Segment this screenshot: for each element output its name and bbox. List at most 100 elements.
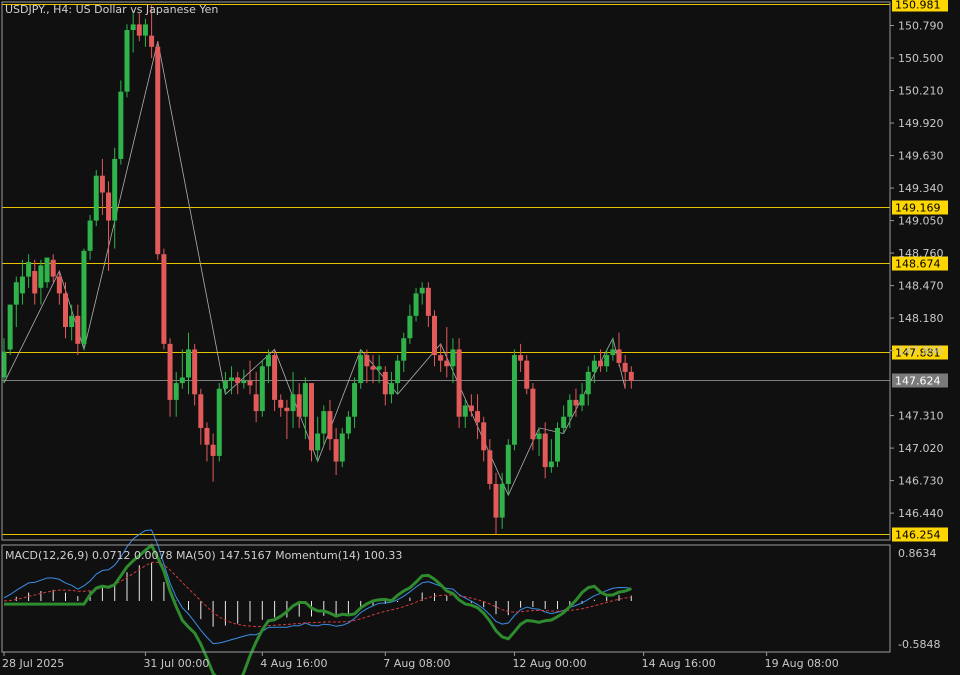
candle-body xyxy=(130,24,136,31)
candle-body xyxy=(327,411,333,440)
time-tick-label: 12 Aug 00:00 xyxy=(512,657,586,670)
candle-body xyxy=(75,315,81,344)
signal-line xyxy=(3,561,632,628)
candle-body xyxy=(173,383,179,400)
candle xyxy=(259,360,265,417)
candle-body xyxy=(456,349,462,417)
time-axis: 28 Jul 2025 31 Jul 00:00 4 Aug 16:00 7 Aug … xyxy=(2,652,839,670)
price-tick-label: 147.310 xyxy=(898,410,944,423)
candle-body xyxy=(99,175,105,193)
macd-axis-bottom-label: -0.5848 xyxy=(898,638,940,651)
price-tick-label: 147.020 xyxy=(898,442,944,455)
candle-body xyxy=(370,366,376,370)
candle xyxy=(376,355,382,384)
candle xyxy=(179,349,185,389)
candle-body xyxy=(38,265,44,288)
candle-body xyxy=(345,416,351,434)
candle-body xyxy=(186,349,191,378)
candle xyxy=(321,405,327,445)
candle-body xyxy=(555,427,560,462)
candle-body xyxy=(167,343,173,400)
candle-body xyxy=(112,158,118,221)
price-tick-label: 149.920 xyxy=(898,117,944,130)
candle xyxy=(462,399,468,428)
candle xyxy=(210,433,216,482)
chart-title: USDJPY., H4: US Dollar vs Japanese Yen xyxy=(5,3,219,16)
candle xyxy=(309,383,314,462)
candle-body xyxy=(118,91,124,159)
candle-body xyxy=(204,427,210,445)
candle xyxy=(142,18,148,47)
candle xyxy=(339,427,345,468)
candle xyxy=(106,181,112,271)
candle-body xyxy=(628,371,634,381)
price-tick-label: 149.050 xyxy=(898,215,944,228)
candle-body xyxy=(499,483,505,518)
candle xyxy=(345,411,351,440)
candle xyxy=(130,13,136,53)
candle-body xyxy=(604,355,610,367)
chart-canvas[interactable]: 150.981149.169148.674147.881146.254147.6… xyxy=(0,0,960,675)
candle xyxy=(278,394,284,417)
candle xyxy=(87,214,93,260)
candle xyxy=(44,257,50,288)
candle xyxy=(253,371,259,423)
candle xyxy=(481,416,487,462)
price-tick-label: 149.630 xyxy=(898,150,944,163)
price-tick-label: 149.340 xyxy=(898,182,944,195)
time-tick-label: 14 Aug 16:00 xyxy=(642,657,716,670)
candle-body xyxy=(155,46,161,255)
candle xyxy=(81,248,87,350)
candle-body xyxy=(229,377,235,381)
candle-body xyxy=(192,349,198,395)
candle xyxy=(432,310,437,367)
candlestick-series xyxy=(1,4,634,535)
current-price-label: 147.624 xyxy=(895,375,941,388)
candle xyxy=(296,383,302,428)
time-tick-label: 7 Aug 08:00 xyxy=(383,657,450,670)
candle-body xyxy=(241,380,247,384)
candle xyxy=(161,248,167,350)
candle-body xyxy=(401,338,407,361)
candle xyxy=(198,388,204,445)
candle xyxy=(50,254,56,283)
candle xyxy=(216,383,222,462)
candle-body xyxy=(518,355,524,361)
candle-body xyxy=(438,355,444,361)
candle-body xyxy=(432,315,437,356)
candle-body xyxy=(598,360,604,367)
candle-body xyxy=(530,388,536,440)
candle xyxy=(352,377,358,428)
candle-body xyxy=(26,262,32,277)
candle-body xyxy=(216,388,222,456)
candle-body xyxy=(425,287,431,316)
candle xyxy=(555,422,560,468)
candle xyxy=(272,349,278,412)
candle-body xyxy=(290,394,296,412)
candle-body xyxy=(309,383,314,451)
candle-body xyxy=(536,433,542,440)
candle-body xyxy=(407,315,413,339)
candle-body xyxy=(321,411,327,434)
macd-axis-top-label: 0.8634 xyxy=(898,547,937,560)
candle xyxy=(93,170,99,227)
candle-body xyxy=(44,257,50,283)
candle xyxy=(358,349,364,389)
candle-body xyxy=(382,371,388,395)
candle xyxy=(567,394,573,428)
candle xyxy=(284,399,290,440)
candle-body xyxy=(50,259,56,277)
candle xyxy=(118,80,124,165)
candle xyxy=(38,259,44,305)
candle xyxy=(407,304,413,344)
candle-body xyxy=(622,362,628,372)
candle-body xyxy=(468,405,474,412)
candle xyxy=(450,338,456,384)
candle-body xyxy=(93,175,99,221)
candle-body xyxy=(7,304,13,350)
candle-body xyxy=(585,371,591,395)
candle xyxy=(524,355,530,395)
price-tick-label: 148.470 xyxy=(898,280,944,293)
candle xyxy=(401,332,407,372)
candle-body xyxy=(444,360,450,367)
